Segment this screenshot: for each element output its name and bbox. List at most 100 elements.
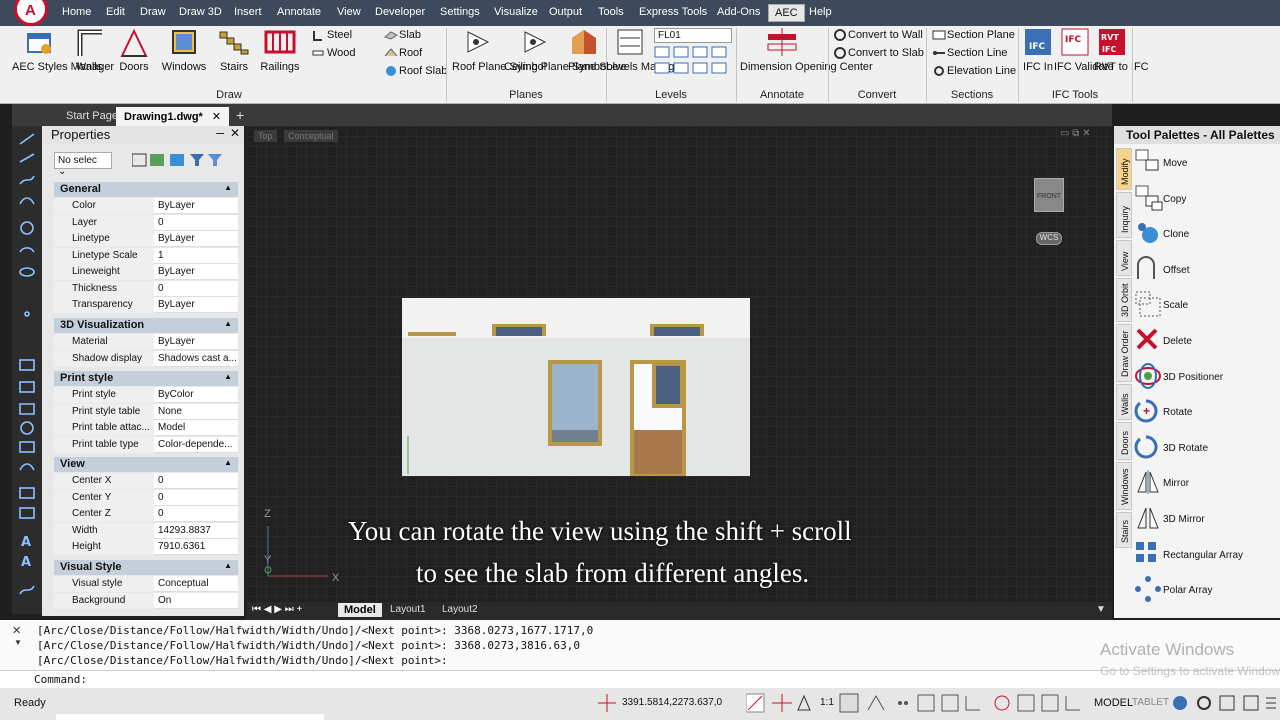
collapse-icon[interactable]: ▲ — [224, 561, 232, 570]
ifc-in-button[interactable]: IFC In — [1020, 60, 1056, 74]
property-row[interactable]: Linetype ByLayer — [54, 231, 238, 247]
section-plane-button[interactable]: Section Plane — [947, 29, 1015, 41]
palette-tab[interactable]: Windows — [1116, 462, 1132, 510]
app-logo-icon[interactable]: A — [14, 0, 48, 26]
close-icon[interactable]: ✕ — [230, 126, 240, 140]
section-viz3d[interactable]: 3D Visualization ▲ — [54, 318, 238, 333]
command-options-icon[interactable]: ▼ — [14, 638, 22, 647]
palette-item-copy[interactable]: Copy — [1132, 182, 1278, 216]
tab-layout2[interactable]: Layout2 — [442, 604, 478, 615]
tab-model[interactable]: Model — [338, 603, 382, 617]
minimize-icon[interactable]: – — [216, 124, 224, 140]
section-view[interactable]: View ▲ — [54, 457, 238, 472]
menu-insert[interactable]: Insert — [234, 6, 262, 18]
railings-button[interactable]: Railings — [258, 60, 302, 74]
sections-group-label[interactable]: Sections — [926, 89, 1018, 101]
property-row[interactable]: Print table attac... Model — [54, 420, 238, 436]
palette-tab[interactable]: Stairs — [1116, 512, 1132, 548]
windows-button[interactable]: Windows — [160, 60, 208, 74]
palette-tab[interactable]: Walls — [1116, 384, 1132, 420]
view-top-label[interactable]: Top — [254, 130, 277, 142]
collapse-icon[interactable]: ▲ — [224, 319, 232, 328]
plane-solve-button[interactable]: Plane Solve — [568, 60, 627, 74]
menu-add-ons[interactable]: Add-Ons — [717, 6, 760, 18]
status-toggles-icon[interactable] — [838, 692, 1088, 714]
ifc-validate-button[interactable]: IFC Validate — [1054, 60, 1114, 74]
property-row[interactable]: Center Y0 — [54, 489, 238, 506]
menu-help[interactable]: Help — [809, 6, 832, 18]
property-row[interactable]: Center Z0 — [54, 506, 238, 522]
palette-item-scale[interactable]: Scale — [1132, 288, 1278, 322]
palette-tab[interactable]: Draw Order — [1116, 324, 1132, 382]
collapse-icon[interactable]: ▲ — [224, 183, 232, 192]
menu-output[interactable]: Output — [549, 6, 582, 18]
property-tools-icon[interactable] — [132, 152, 224, 168]
property-row[interactable]: Color ByLayer — [54, 198, 238, 214]
menu-visualize[interactable]: Visualize — [494, 6, 538, 18]
dimension-opening-center-button[interactable]: Dimension Opening Center — [740, 60, 873, 74]
palette-item-polar-array[interactable]: Polar Array — [1132, 573, 1278, 607]
close-tab-icon[interactable]: ✕ — [212, 111, 221, 123]
new-tab-button[interactable]: + — [228, 104, 252, 123]
palette-tab[interactable]: Modify — [1116, 148, 1132, 190]
menu-draw[interactable]: Draw — [140, 6, 166, 18]
palette-item-move[interactable]: Move — [1132, 146, 1278, 180]
collapse-icon[interactable]: ▲ — [224, 458, 232, 467]
menu-edit[interactable]: Edit — [106, 6, 125, 18]
property-row[interactable]: Transparency ByLayer — [54, 297, 238, 313]
palette-item-offset[interactable]: Offset — [1132, 253, 1278, 287]
section-general[interactable]: General ▲ — [54, 182, 238, 197]
section-line-button[interactable]: Section Line — [947, 47, 1008, 59]
palette-tab[interactable]: View — [1116, 240, 1132, 276]
property-row[interactable]: Visual style Conceptual — [54, 576, 238, 592]
roof-slab-button[interactable]: Roof Slab — [399, 65, 447, 77]
roof-button[interactable]: Roof — [399, 47, 422, 59]
section-vstyle[interactable]: Visual Style ▲ — [54, 560, 238, 575]
status-scale[interactable]: 1:1 — [820, 697, 834, 708]
property-row[interactable]: Height 7910.6361 — [54, 539, 238, 555]
palette-item-mirror[interactable]: Mirror — [1132, 466, 1278, 500]
walls-button[interactable]: Walls — [74, 60, 104, 74]
property-row[interactable]: Material ByLayer — [54, 334, 238, 350]
palette-item-clone[interactable]: Clone — [1132, 217, 1278, 251]
command-input[interactable]: Command: — [0, 670, 1280, 688]
slab-button[interactable]: Slab — [399, 29, 421, 41]
tab-layout1[interactable]: Layout1 — [390, 604, 426, 615]
aec-styles-manager-button[interactable]: AEC Styles Manager — [12, 60, 114, 74]
collapse-icon[interactable]: ▲ — [224, 372, 232, 381]
status-model[interactable]: MODEL — [1094, 697, 1133, 709]
property-row[interactable]: Print style ByColor — [54, 387, 238, 403]
palette-item-delete[interactable]: Delete — [1132, 324, 1278, 358]
palette-tab[interactable]: 3D Orbit — [1116, 278, 1132, 322]
property-row[interactable]: Background On — [54, 592, 238, 609]
property-row[interactable]: Thickness 0 — [54, 280, 238, 297]
doors-button[interactable]: Doors — [116, 60, 152, 74]
palette-tab[interactable]: Doors — [1116, 422, 1132, 460]
roof-plane-symbol-button[interactable]: Roof Plane Symbol — [452, 60, 546, 74]
wcs-button[interactable]: WCS — [1036, 232, 1062, 245]
convert-to-wall-button[interactable]: Convert to Wall — [848, 29, 923, 41]
menu-developer[interactable]: Developer — [375, 6, 425, 18]
palette-tab[interactable]: Inquiry — [1116, 192, 1132, 238]
property-row[interactable]: Lineweight ByLayer — [54, 264, 238, 280]
levels-manager-button[interactable]: Levels Manager — [606, 60, 684, 74]
view-style-label[interactable]: Conceptual — [284, 130, 338, 142]
stairs-button[interactable]: Stairs — [216, 60, 252, 74]
drawing-viewport[interactable]: Top Conceptual ▭ ⧉ ✕ FRONT WCS Z Y X You… — [246, 126, 1112, 620]
draw-tools-icon[interactable]: A A — [12, 104, 42, 614]
viewport-window-controls-icon[interactable]: ▭ ⧉ ✕ — [1060, 128, 1091, 139]
property-row[interactable]: Print style table None — [54, 403, 238, 420]
menu-express-tools[interactable]: Express Tools — [639, 6, 707, 18]
palette-item-rotate[interactable]: + Rotate — [1132, 395, 1278, 429]
workspace-icons[interactable] — [1170, 692, 1278, 714]
property-row[interactable]: Print table type Color-depende... — [54, 436, 238, 453]
menu-home[interactable]: Home — [62, 6, 91, 18]
snap-tools-icon[interactable] — [746, 692, 826, 714]
property-row[interactable]: Linetype Scale 1 — [54, 247, 238, 264]
elevation-line-button[interactable]: Elevation Line — [947, 65, 1016, 77]
menu-view[interactable]: View — [337, 6, 361, 18]
palette-item-3d-mirror[interactable]: 3D Mirror — [1132, 502, 1278, 536]
menu-draw3d[interactable]: Draw 3D — [179, 6, 222, 18]
convert-to-slab-button[interactable]: Convert to Slab — [848, 47, 924, 59]
status-coordinates[interactable]: 3391.5814,2273.637,0 — [622, 697, 722, 708]
